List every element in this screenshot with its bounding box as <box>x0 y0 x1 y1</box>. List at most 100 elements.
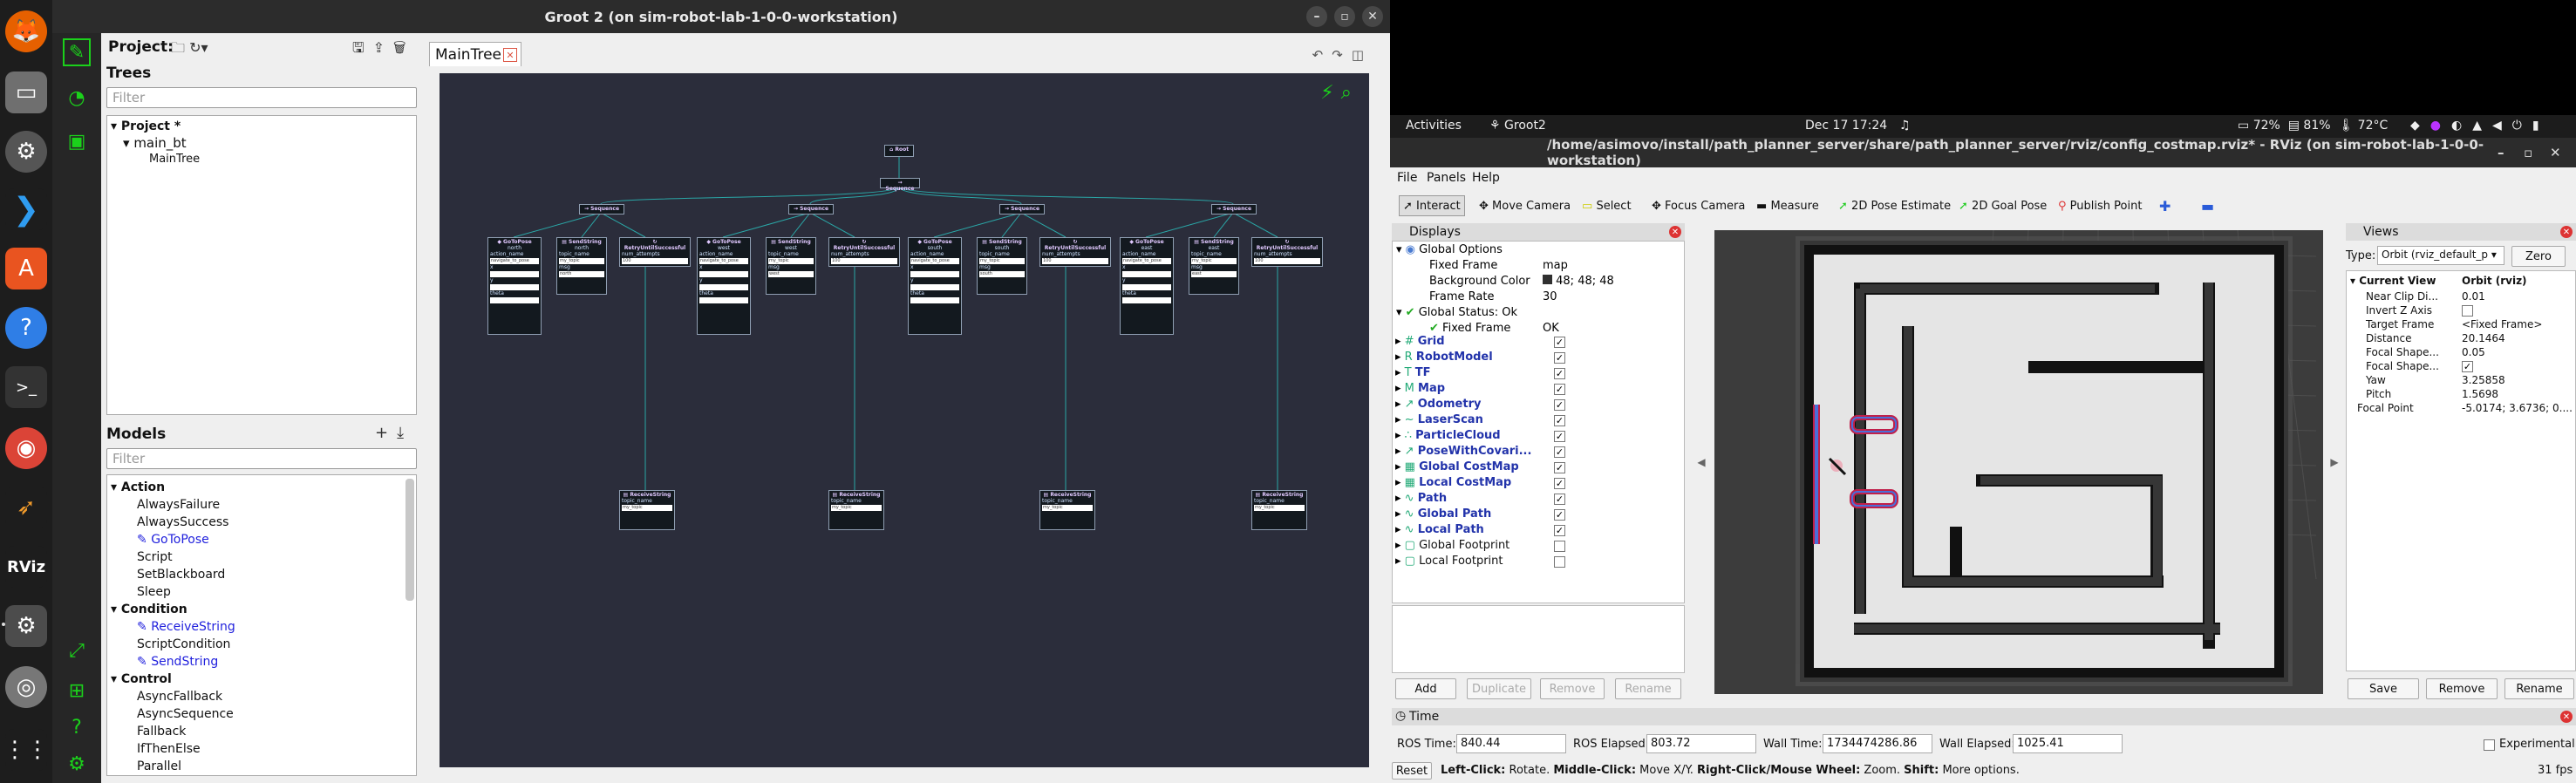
tree-layout-icon[interactable]: ⊞ <box>63 677 91 705</box>
display-row[interactable]: ▸ ~ LaserScan <box>1395 413 1483 426</box>
tool-move-camera[interactable]: ✥ Move Camera <box>1475 195 1574 216</box>
display-enabled-checkbox[interactable]: ✓ <box>1554 509 1565 521</box>
import-model-icon[interactable]: ⤓ <box>397 424 412 442</box>
zero-button[interactable]: Zero <box>2511 246 2566 267</box>
apps-grid-icon[interactable]: ⋮⋮ <box>3 729 49 771</box>
settings-icon[interactable]: ⚙ <box>5 131 47 173</box>
rename-display-button[interactable]: Rename <box>1615 678 1681 699</box>
display-enabled-checkbox[interactable]: ✓ <box>1554 494 1565 505</box>
tool-focus-camera[interactable]: ✥ Focus Camera <box>1648 195 1748 216</box>
bt-node-retry[interactable]: ↻ RetryUntilSuccessful num_attempts 100 <box>828 237 900 267</box>
export-icon[interactable]: ⇪ <box>373 39 393 56</box>
chrome-icon[interactable]: ◉ <box>5 427 47 469</box>
bt-node-retry[interactable]: ↻ RetryUntilSuccessful num_attempts 100 <box>619 237 691 267</box>
collapse-right-icon[interactable]: ▶ <box>2325 230 2344 694</box>
bt-node-retry[interactable]: ↻ RetryUntilSuccessful num_attempts 100 <box>1251 237 1323 267</box>
remove-view-button[interactable]: Remove <box>2426 678 2498 699</box>
remove-display-button[interactable]: Remove <box>1540 678 1605 699</box>
model-item-custom[interactable]: ✎ GoToPose <box>137 533 209 547</box>
model-item[interactable]: AlwaysSuccess <box>137 515 228 529</box>
tray-icons[interactable]: ◆●◐▲◀⏻▮ <box>2410 119 2550 133</box>
models-action-header[interactable]: ▾ Action <box>111 480 165 494</box>
rename-view-button[interactable]: Rename <box>2504 678 2574 699</box>
model-item[interactable]: Parallel <box>137 759 181 773</box>
bt-node-retry[interactable]: ↻ RetryUntilSuccessful num_attempts 100 <box>1039 237 1111 267</box>
close-icon[interactable]: ✕ <box>1362 6 1383 27</box>
model-item[interactable]: AsyncFallback <box>137 690 222 704</box>
experimental-checkbox[interactable] <box>2484 739 2495 751</box>
bt-node-gotopose[interactable]: ◆ GoToPose south action_name navigate_to_po… <box>908 237 962 335</box>
display-row[interactable]: ▸ ↗ PoseWithCovari... <box>1395 445 1531 458</box>
view-prop-value[interactable]: 0.05 <box>2462 346 2485 358</box>
model-item[interactable]: Sleep <box>137 585 171 599</box>
bt-node-sendstring[interactable]: ▤ SendString south topic_name my_topic msg so… <box>977 237 1027 295</box>
terminal-icon[interactable]: >_ <box>5 366 47 408</box>
minimize-icon[interactable]: – <box>2498 145 2504 160</box>
files-icon[interactable]: ▭ <box>5 71 47 113</box>
wall-time-field[interactable]: 1734474286.86 <box>1823 734 1932 753</box>
open-folder-icon[interactable]: 🗀 <box>171 39 185 56</box>
model-item[interactable]: Fallback <box>137 725 186 739</box>
ros-time-field[interactable]: 840.44 <box>1456 734 1566 753</box>
bt-node-sequence[interactable]: → Sequence <box>880 178 920 192</box>
view-prop-checkbox[interactable]: ✓ <box>2462 361 2473 372</box>
current-view-row[interactable]: ▾ Current View <box>2350 275 2436 287</box>
rviz-icon[interactable]: RViz <box>5 546 47 588</box>
model-item-custom[interactable]: ✎ ReceiveString <box>137 620 235 634</box>
collapse-icon[interactable]: ⤢ <box>63 637 91 664</box>
display-row[interactable]: ▸ ∴ ParticleCloud <box>1395 429 1501 442</box>
tool-publish-point[interactable]: ⚲ Publish Point <box>2055 195 2145 216</box>
bt-node-gotopose[interactable]: ◆ GoToPose west action_name navigate_to_pos… <box>697 237 751 335</box>
display-enabled-checkbox[interactable]: ✓ <box>1554 446 1565 458</box>
notification-icon[interactable]: ♫ <box>1899 119 1911 133</box>
reset-button[interactable]: Reset <box>1392 762 1432 780</box>
model-item[interactable]: IfThenElse <box>137 742 201 756</box>
display-enabled-checkbox[interactable]: ✓ <box>1554 525 1565 536</box>
display-row[interactable]: ▸ ∿ Path <box>1395 492 1447 505</box>
close-icon[interactable]: ✕ <box>2550 145 2561 160</box>
view-prop-value[interactable]: 20.1464 <box>2462 332 2505 344</box>
remove-tool-icon[interactable]: ▬ <box>2198 195 2218 216</box>
bt-canvas[interactable]: ⚡⌕ ⌂ Root → Sequence → Sequence → Sequen… <box>440 73 1369 767</box>
disk-icon[interactable]: ◎ <box>5 666 47 708</box>
frame-rate-value[interactable]: 30 <box>1543 290 1557 303</box>
models-scrollbar[interactable] <box>405 479 414 601</box>
view-prop-value[interactable]: 1.5698 <box>2462 388 2498 400</box>
display-enabled-checkbox[interactable]: ✓ <box>1554 399 1565 411</box>
save-view-button[interactable]: Save <box>2348 678 2419 699</box>
view-prop-value[interactable]: 0.01 <box>2462 290 2485 303</box>
app-menu[interactable]: ⚘ Groot2 <box>1489 119 1546 133</box>
bt-node-sendstring[interactable]: ▤ SendString east topic_name my_topic msg eas… <box>1189 237 1239 295</box>
display-row[interactable]: ▸ ▢ Global Footprint <box>1395 539 1509 552</box>
display-enabled-checkbox[interactable]: ✓ <box>1554 415 1565 426</box>
add-model-icon[interactable]: + <box>375 424 397 442</box>
clock[interactable]: Dec 17 17:24 <box>1805 119 1887 133</box>
bt-node-sequence[interactable]: → Sequence <box>999 204 1045 214</box>
model-item-custom[interactable]: ✎ SendString <box>137 655 218 669</box>
undo-icon[interactable]: ↶ <box>1312 47 1332 63</box>
display-row[interactable]: ▸ ▢ Local Footprint <box>1395 555 1503 568</box>
bt-node-gotopose[interactable]: ◆ GoToPose east action_name navigate_to_pos… <box>1120 237 1174 335</box>
duplicate-display-button[interactable]: Duplicate <box>1467 678 1531 699</box>
chevron-down-icon[interactable]: ▾ <box>201 39 208 56</box>
bt-node-sendstring[interactable]: ▤ SendString north topic_name my_topic msg no… <box>556 237 607 295</box>
delete-icon[interactable]: 🗑 <box>393 39 414 56</box>
models-filter-input[interactable]: Filter <box>106 448 417 469</box>
models-control-header[interactable]: ▾ Control <box>111 672 172 686</box>
model-item[interactable]: Script <box>137 550 173 564</box>
activities-button[interactable]: Activities <box>1406 119 1462 133</box>
fixed-frame-value[interactable]: map <box>1543 259 1568 272</box>
view-prop-value[interactable]: -5.0174; 3.6736; 0.... <box>2462 402 2573 414</box>
split-view-icon[interactable]: ◫ <box>1352 47 1373 63</box>
close-panel-icon[interactable]: ✕ <box>2560 711 2573 723</box>
maximize-icon[interactable]: ▫ <box>2524 145 2532 160</box>
global-status-row[interactable]: ▾ ✔ Global Status: Ok <box>1396 306 1517 319</box>
ros-elapsed-field[interactable]: 803.72 <box>1646 734 1756 753</box>
display-enabled-checkbox[interactable]: ✓ <box>1554 368 1565 379</box>
render-3d-view[interactable] <box>1714 230 2323 694</box>
tool-measure[interactable]: ▬ Measure <box>1753 195 1823 216</box>
bt-node-sequence[interactable]: → Sequence <box>579 204 624 214</box>
display-row[interactable]: ▸ ▦ Local CostMap <box>1395 476 1511 489</box>
settings-gear-icon[interactable]: ⚙ <box>5 605 47 647</box>
display-row[interactable]: ▸ ∿ Global Path <box>1395 507 1491 521</box>
